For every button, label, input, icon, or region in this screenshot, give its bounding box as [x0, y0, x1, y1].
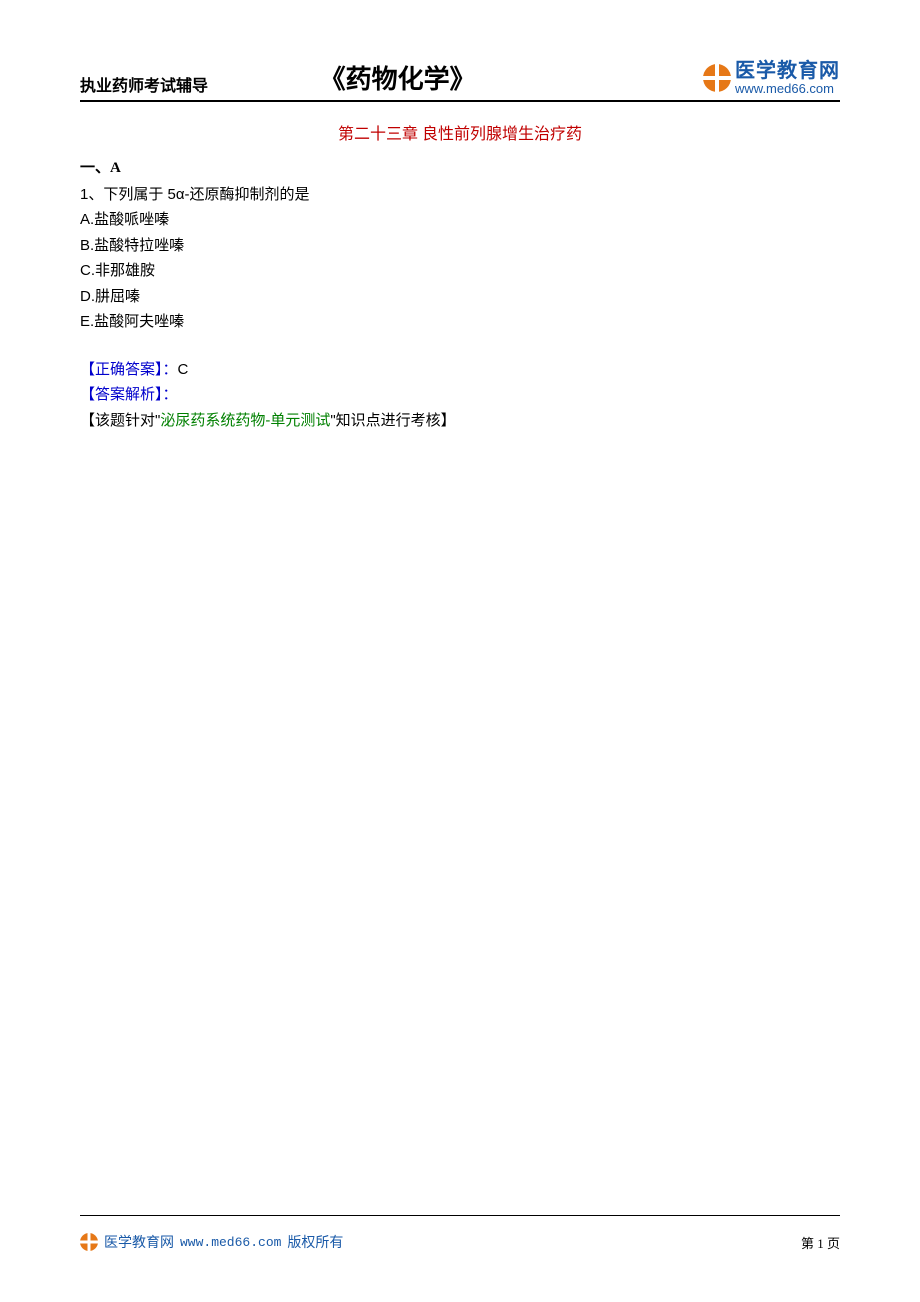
question-number: 1、	[80, 186, 103, 203]
explain-prefix: 【该题针对"	[80, 412, 160, 429]
option-a: A.盐酸哌唑嗪	[80, 207, 840, 233]
explain-suffix: "知识点进行考核】	[330, 412, 455, 429]
explain-text: 【该题针对"泌尿药系统药物-单元测试"知识点进行考核】	[80, 408, 840, 434]
logo-url: www.med66.com	[735, 82, 840, 96]
explain-label: 【答案解析】：	[80, 382, 840, 408]
header-subtitle: 执业药师考试辅导	[80, 72, 208, 96]
chapter-title: 第二十三章 良性前列腺增生治疗药	[80, 120, 840, 144]
footer-copyright: 版权所有	[287, 1232, 343, 1252]
section-heading: 一、A	[80, 156, 840, 182]
option-b: B.盐酸特拉唑嗪	[80, 233, 840, 259]
logo-icon	[703, 64, 731, 92]
option-c: C.非那雄胺	[80, 258, 840, 284]
footer-divider	[80, 1215, 840, 1216]
question-text: 下列属于 5α-还原酶抑制剂的是	[103, 186, 309, 203]
page-number: 第 1 页	[801, 1233, 840, 1252]
correct-answer-line: 【正确答案】：C	[80, 357, 840, 383]
option-e: E.盐酸阿夫唑嗪	[80, 309, 840, 335]
option-d: D.肼屈嗪	[80, 284, 840, 310]
page-header: 执业药师考试辅导 《药物化学》 医学教育网 www.med66.com	[80, 60, 840, 102]
page-footer: 医学教育网 www.med66.com 版权所有 第 1 页	[80, 1215, 840, 1252]
explain-topic: 泌尿药系统药物-单元测试	[160, 412, 330, 429]
header-logo: 医学教育网 www.med66.com	[703, 60, 840, 96]
footer-brand: 医学教育网	[104, 1232, 174, 1252]
content-body: 一、A 1、下列属于 5α-还原酶抑制剂的是 A.盐酸哌唑嗪 B.盐酸特拉唑嗪 …	[80, 156, 840, 433]
footer-left: 医学教育网 www.med66.com 版权所有	[80, 1232, 343, 1252]
options-list: A.盐酸哌唑嗪 B.盐酸特拉唑嗪 C.非那雄胺 D.肼屈嗪 E.盐酸阿夫唑嗪	[80, 207, 840, 335]
question-stem: 1、下列属于 5α-还原酶抑制剂的是	[80, 182, 840, 208]
footer-logo-icon	[80, 1233, 98, 1251]
correct-answer-label: 【正确答案】：	[80, 361, 178, 378]
footer-url: www.med66.com	[180, 1235, 281, 1250]
correct-answer-value: C	[178, 361, 189, 378]
header-title: 《药物化学》	[320, 59, 476, 96]
logo-brand-name: 医学教育网	[735, 60, 840, 82]
answer-block: 【正确答案】：C 【答案解析】： 【该题针对"泌尿药系统药物-单元测试"知识点进…	[80, 357, 840, 434]
logo-text: 医学教育网 www.med66.com	[735, 60, 840, 96]
